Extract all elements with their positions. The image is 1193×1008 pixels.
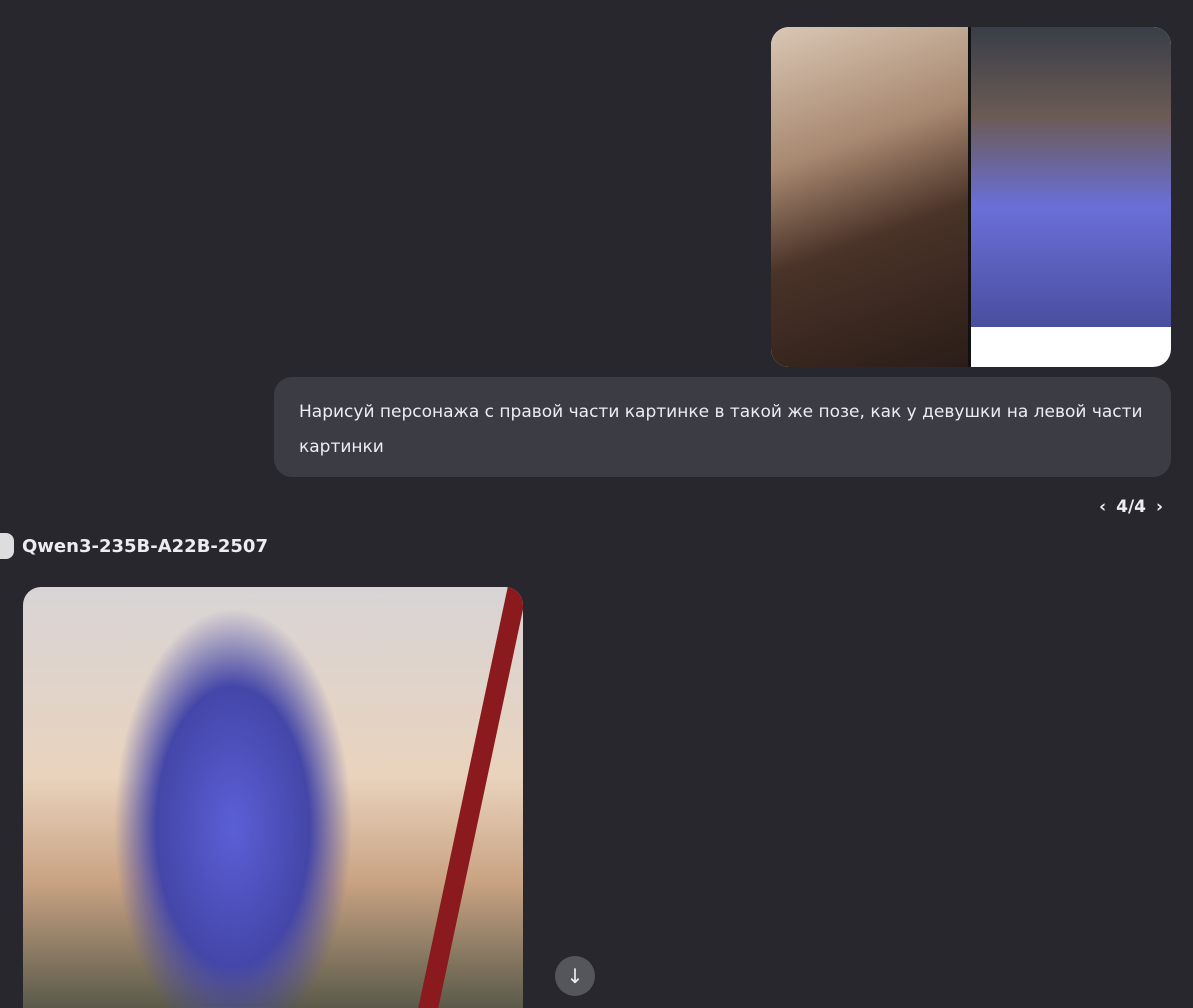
next-response-button[interactable]: ›: [1156, 497, 1163, 517]
bridge-pole: [418, 587, 523, 1008]
pager-label: 4/4: [1116, 497, 1146, 517]
arrow-down-icon: ↓: [566, 964, 584, 988]
prev-response-button[interactable]: ‹: [1099, 497, 1106, 517]
reference-photo-left: [771, 27, 968, 367]
scroll-down-button[interactable]: ↓: [555, 956, 595, 996]
character-art-right: [971, 27, 1171, 327]
character-figure: [113, 607, 353, 1007]
user-message-bubble: Нарисуй персонажа с правой части картинк…: [274, 377, 1171, 477]
user-message-text: Нарисуй персонажа с правой части картинк…: [299, 402, 1143, 457]
model-logo-icon: [0, 533, 14, 559]
model-name: Qwen3-235B-A22B-2507: [22, 535, 268, 557]
generated-image[interactable]: [23, 587, 523, 1008]
assistant-header: Qwen3-235B-A22B-2507: [0, 533, 268, 559]
response-pager: ‹ 4/4 ›: [1099, 497, 1163, 517]
user-attached-image[interactable]: [771, 27, 1171, 367]
